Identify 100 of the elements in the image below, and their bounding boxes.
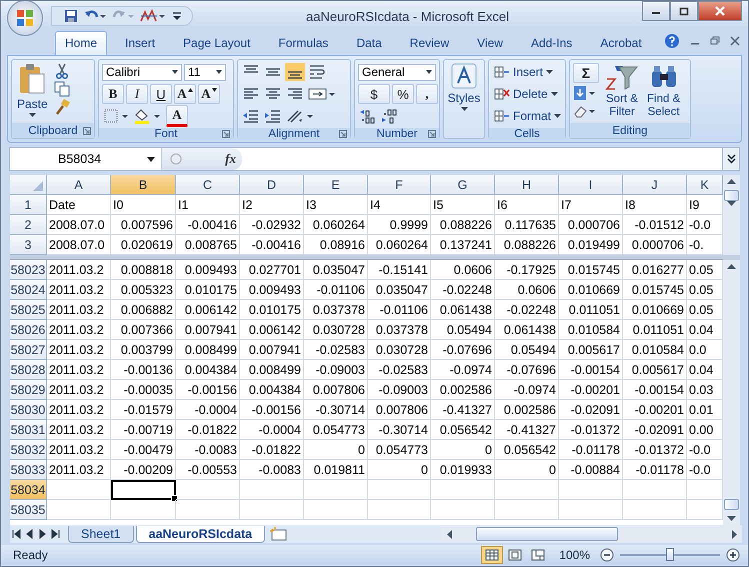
scroll-down-icon[interactable]	[727, 516, 736, 522]
close-icon[interactable]	[730, 36, 740, 46]
dialog-launcher-icon[interactable]	[83, 126, 91, 134]
ribbon-tab[interactable]: Formulas	[268, 31, 338, 55]
paste-button[interactable]: Paste	[15, 62, 50, 118]
cells-menu-button[interactable]: Insert	[492, 64, 556, 80]
save-icon[interactable]	[64, 9, 78, 23]
comma-button[interactable]: ,	[416, 84, 438, 104]
find-select-button[interactable]: Find & Select	[645, 62, 682, 120]
italic-button[interactable]: I	[126, 84, 148, 104]
empty-cell[interactable]	[431, 480, 495, 500]
dialog-launcher-icon[interactable]	[339, 130, 347, 138]
format-painter-icon[interactable]	[54, 99, 70, 115]
column-header[interactable]: D	[240, 175, 304, 195]
scroll-up-icon[interactable]	[727, 263, 736, 269]
column-header[interactable]: J	[623, 175, 687, 195]
percent-button[interactable]: %	[392, 84, 414, 104]
bold-button[interactable]: B	[102, 84, 124, 104]
scroll-right-icon[interactable]	[732, 530, 738, 538]
column-header[interactable]: I	[559, 175, 623, 195]
active-cell[interactable]	[111, 480, 176, 500]
column-header[interactable]: B	[111, 175, 176, 195]
underline-button[interactable]: U	[150, 84, 172, 104]
cells-menu-button[interactable]: Delete	[492, 86, 560, 102]
sort-filter-button[interactable]: Sort & Filter	[603, 62, 641, 120]
row-header[interactable]: 58033	[10, 460, 47, 480]
row-header[interactable]: 58030	[10, 400, 47, 420]
horizontal-scrollbar[interactable]	[442, 526, 742, 542]
empty-cell[interactable]	[623, 480, 687, 500]
zoom-out-icon[interactable]	[600, 548, 614, 562]
column-header[interactable]: A	[47, 175, 111, 195]
empty-cell[interactable]	[559, 500, 623, 520]
cut-icon[interactable]	[54, 63, 70, 79]
empty-cell[interactable]	[623, 500, 687, 520]
ribbon-tab[interactable]: Acrobat	[590, 31, 652, 55]
row-header[interactable]: 58035	[10, 500, 47, 520]
scroll-left-icon[interactable]	[446, 530, 452, 538]
help-icon[interactable]	[664, 33, 680, 49]
sheet-tab[interactable]: Sheet1	[68, 526, 134, 542]
row-header[interactable]: 58031	[10, 420, 47, 440]
restore-icon[interactable]	[710, 36, 720, 46]
wrap-text-icon[interactable]	[307, 63, 327, 81]
column-header[interactable]: H	[495, 175, 559, 195]
empty-cell[interactable]	[431, 500, 495, 520]
dialog-launcher-icon[interactable]	[222, 130, 230, 138]
row-header[interactable]: 58029	[10, 380, 47, 400]
scroll-thumb[interactable]	[724, 190, 739, 201]
new-sheet-icon[interactable]	[267, 526, 290, 542]
column-header[interactable]: C	[176, 175, 240, 195]
cells-menu-button[interactable]: Format	[492, 108, 564, 124]
empty-cell[interactable]	[304, 500, 368, 520]
grow-font-button[interactable]: A	[174, 84, 196, 104]
row-header[interactable]: 58034	[10, 480, 47, 500]
chart-icon[interactable]	[140, 9, 166, 23]
empty-cell[interactable]	[495, 500, 559, 520]
row-header[interactable]: 58025	[10, 300, 47, 320]
customize-icon[interactable]	[172, 10, 182, 22]
maximize-button[interactable]	[670, 1, 698, 21]
zoom-in-icon[interactable]	[726, 548, 740, 562]
office-button[interactable]	[7, 1, 43, 36]
font-family-dropdown[interactable]: Calibri	[102, 64, 182, 80]
close-button[interactable]	[698, 1, 742, 21]
empty-cell[interactable]	[304, 480, 368, 500]
empty-cell[interactable]	[240, 500, 304, 520]
fill-down-icon[interactable]	[573, 85, 597, 101]
minimize-button[interactable]	[642, 1, 670, 21]
ribbon-tab[interactable]: Data	[346, 31, 392, 55]
sheet-tab[interactable]: aaNeuroRSIcdata	[136, 526, 266, 542]
column-header[interactable]: E	[304, 175, 368, 195]
empty-cell[interactable]	[368, 500, 431, 520]
font-color-button[interactable]: A	[166, 105, 188, 127]
borders-icon[interactable]	[102, 107, 130, 125]
zoom-slider[interactable]	[666, 548, 674, 561]
row-header[interactable]: 58027	[10, 340, 47, 360]
bottom-align-icon[interactable]	[285, 63, 305, 81]
row-header[interactable]: 2	[10, 215, 47, 235]
ribbon-tab[interactable]: Page Layout	[173, 31, 260, 55]
ribbon-tab[interactable]: Home	[55, 31, 108, 55]
ribbon-tab[interactable]: Add-Ins	[520, 31, 582, 55]
row-header[interactable]: 3	[10, 235, 47, 255]
zoom-level[interactable]: 100%	[559, 548, 590, 562]
row-header[interactable]: 58028	[10, 360, 47, 380]
row-header[interactable]: 58024	[10, 280, 47, 300]
empty-cell[interactable]	[240, 480, 304, 500]
empty-cell[interactable]	[559, 480, 623, 500]
empty-cell[interactable]	[176, 480, 240, 500]
scroll-thumb[interactable]	[724, 499, 739, 510]
row-header[interactable]: 58023	[10, 260, 47, 280]
copy-icon[interactable]	[54, 81, 70, 97]
empty-cell[interactable]	[368, 480, 431, 500]
view-button[interactable]	[481, 546, 504, 564]
column-header[interactable]: G	[431, 175, 495, 195]
shrink-font-button[interactable]: A	[198, 84, 220, 104]
empty-cell[interactable]	[176, 500, 240, 520]
empty-cell[interactable]	[111, 500, 176, 520]
empty-cell[interactable]	[495, 480, 559, 500]
column-header[interactable]: F	[368, 175, 431, 195]
column-header[interactable]: K	[687, 175, 723, 195]
ribbon-tab[interactable]: View	[467, 31, 513, 55]
scroll-up-icon[interactable]	[727, 178, 736, 184]
